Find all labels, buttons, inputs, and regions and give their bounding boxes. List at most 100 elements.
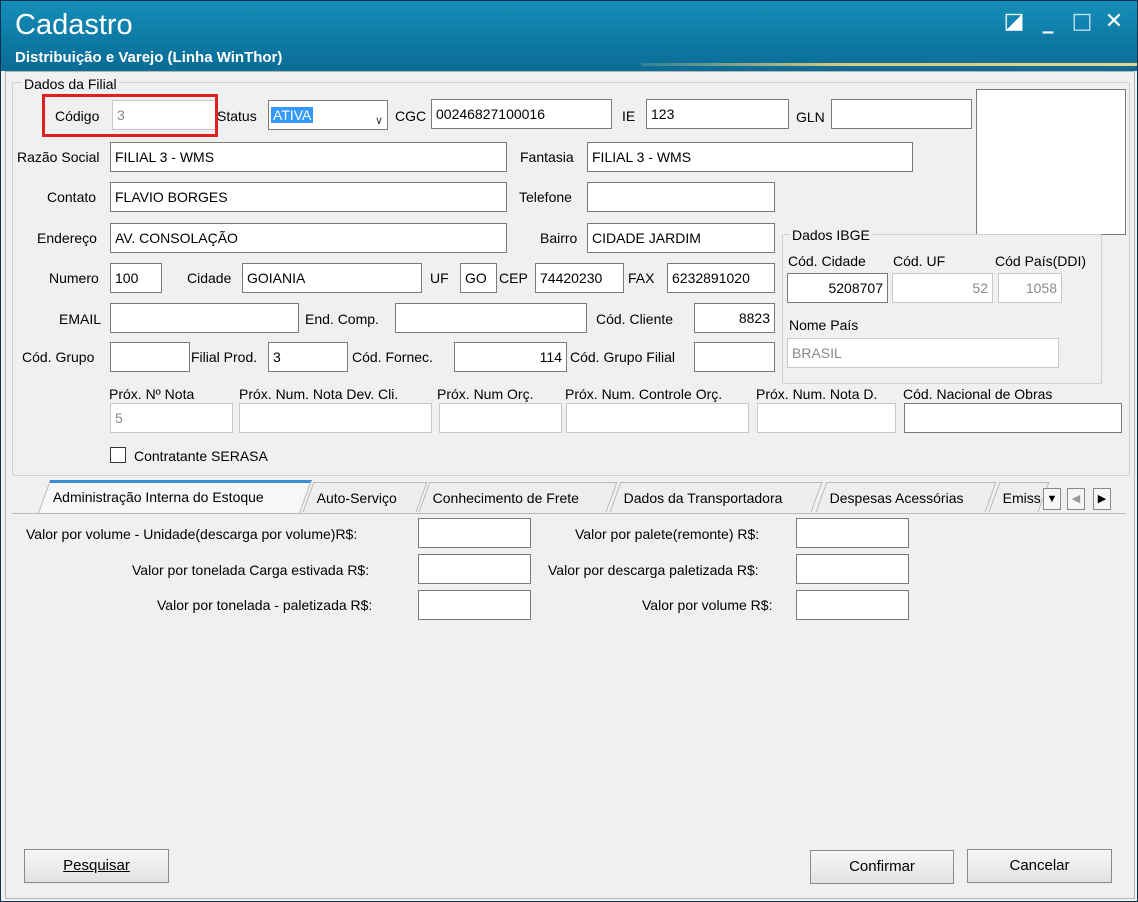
cod-grupo-filial-label: Cód. Grupo Filial xyxy=(570,349,676,365)
cod-uf-field[interactable]: 52 xyxy=(892,273,993,303)
form-client-area: Dados da Filial Código 3 Status ATIVA ∨ … xyxy=(5,71,1135,899)
valor-por-volume-label: Valor por volume R$: xyxy=(642,597,773,613)
tab-dados-transportadora[interactable]: Dados da Transportadora xyxy=(609,482,823,512)
gln-label: GLN xyxy=(796,109,825,125)
pesquisar-button[interactable]: Pesquisar xyxy=(24,849,169,883)
window-title: Cadastro xyxy=(15,9,133,41)
telefone-field[interactable] xyxy=(587,182,775,212)
cod-fornec-field[interactable]: 114 xyxy=(454,342,567,372)
window-subtitle: Distribuição e Varejo (Linha WinThor) xyxy=(15,49,283,66)
end-comp-label: End. Comp. xyxy=(305,311,379,327)
endereco-label: Endereço xyxy=(37,230,97,246)
cod-grupo-field[interactable] xyxy=(110,342,190,372)
tab-emissao[interactable]: Emiss xyxy=(988,482,1050,512)
tab-scroll-left-icon[interactable]: ◀ xyxy=(1067,488,1085,510)
uf-label: UF xyxy=(430,270,449,286)
email-label: EMAIL xyxy=(59,311,102,327)
tab-label: Conhecimento de Frete xyxy=(432,490,579,506)
tab-scroll-right-icon[interactable]: ▶ xyxy=(1093,488,1111,510)
confirmar-button[interactable]: Confirmar xyxy=(810,850,954,884)
tab-list-dropdown-icon[interactable]: ▼ xyxy=(1043,488,1061,510)
prox-nota-field[interactable]: 5 xyxy=(110,403,233,433)
fantasia-label: Fantasia xyxy=(520,149,574,165)
numero-field[interactable]: 100 xyxy=(110,263,162,293)
close-icon[interactable]: ✕ xyxy=(1101,9,1127,35)
valor-tonelada-paletizada-label: Valor por tonelada - paletizada R$: xyxy=(157,597,373,613)
status-select[interactable]: ATIVA ∨ xyxy=(268,100,388,130)
tab-label: Administração Interna do Estoque xyxy=(52,489,264,505)
tab-despesas-acessorias[interactable]: Despesas Acessórias xyxy=(815,482,997,512)
prox-nota-d-field[interactable] xyxy=(757,403,896,433)
prox-controle-orc-field[interactable] xyxy=(566,403,749,433)
cep-field[interactable]: 74420230 xyxy=(535,263,624,293)
maximize-icon[interactable]: □ xyxy=(1069,9,1095,35)
filial-prod-field[interactable]: 3 xyxy=(268,342,348,372)
ie-label: IE xyxy=(622,108,636,124)
valor-tonelada-estivada-label: Valor por tonelada Carga estivada R$: xyxy=(132,562,370,578)
valor-por-volume-field[interactable] xyxy=(796,590,909,620)
cod-fornec-label: Cód. Fornec. xyxy=(352,349,433,365)
tab-administracao-interna[interactable]: Administração Interna do Estoque xyxy=(37,480,313,513)
cod-cliente-label: Cód. Cliente xyxy=(596,311,674,327)
cep-label: CEP xyxy=(499,270,528,286)
status-selected-value: ATIVA xyxy=(271,107,314,123)
fax-field[interactable]: 6232891020 xyxy=(667,263,775,293)
bairro-field[interactable]: CIDADE JARDIM xyxy=(587,223,775,253)
cod-pais-field[interactable]: 1058 xyxy=(998,273,1062,303)
uf-field[interactable]: GO xyxy=(460,263,497,293)
title-bar[interactable]: Cadastro Distribuição e Varejo (Linha Wi… xyxy=(1,1,1137,71)
cod-cidade-field[interactable]: 5208707 xyxy=(787,273,888,303)
valor-tonelada-estivada-field[interactable] xyxy=(418,554,531,584)
cancelar-button-label: Cancelar xyxy=(1009,857,1070,874)
prox-nota-d-label: Próx. Num. Nota D. xyxy=(756,386,878,402)
cod-cidade-label: Cód. Cidade xyxy=(788,253,866,269)
cgc-label: CGC xyxy=(395,108,427,124)
cod-grupo-filial-field[interactable] xyxy=(694,342,775,372)
contato-field[interactable]: FLAVIO BORGES xyxy=(110,182,507,212)
contratante-serasa-checkbox[interactable] xyxy=(110,447,126,463)
tab-label: Despesas Acessórias xyxy=(829,490,964,506)
tab-auto-servico[interactable]: Auto-Serviço xyxy=(302,482,428,512)
filial-prod-label: Filial Prod. xyxy=(191,349,258,365)
fantasia-field[interactable]: FILIAL 3 - WMS xyxy=(587,142,913,172)
valor-tonelada-paletizada-field[interactable] xyxy=(418,590,531,620)
nome-pais-field[interactable]: BRASIL xyxy=(787,338,1059,368)
cancelar-button[interactable]: Cancelar xyxy=(967,849,1112,883)
cod-nacional-obras-field[interactable] xyxy=(904,403,1122,433)
gln-field[interactable] xyxy=(831,99,972,129)
prox-num-orc-label: Próx. Num Orç. xyxy=(437,386,534,402)
logo-image-box[interactable] xyxy=(976,89,1126,235)
codigo-highlight xyxy=(42,94,218,137)
valor-palete-remonte-field[interactable] xyxy=(796,518,909,548)
tab-conhecimento-frete[interactable]: Conhecimento de Frete xyxy=(418,482,618,512)
endereco-field[interactable]: AV. CONSOLAÇÃO xyxy=(110,223,507,253)
valor-descarga-paletizada-field[interactable] xyxy=(796,554,909,584)
cidade-field[interactable]: GOIANIA xyxy=(242,263,422,293)
minimize-icon[interactable]: _ xyxy=(1035,9,1061,35)
prox-controle-orc-label: Próx. Num. Controle Orç. xyxy=(565,386,723,402)
prox-num-orc-field[interactable] xyxy=(439,403,562,433)
valor-volume-unidade-field[interactable] xyxy=(418,518,531,548)
dados-ibge-title: Dados IBGE xyxy=(790,227,872,243)
cadastro-window: Cadastro Distribuição e Varejo (Linha Wi… xyxy=(0,0,1138,902)
cod-cliente-field[interactable]: 8823 xyxy=(694,303,775,333)
chevron-down-icon: ∨ xyxy=(374,115,383,127)
prox-nota-dev-field[interactable] xyxy=(239,403,432,433)
contratante-serasa-label[interactable]: Contratante SERASA xyxy=(134,447,268,465)
ie-field[interactable]: 123 xyxy=(646,99,789,129)
valor-volume-unidade-label: Valor por volume - Unidade(descarga por … xyxy=(26,526,358,542)
cgc-field[interactable]: 00246827100016 xyxy=(431,99,612,129)
end-comp-field[interactable] xyxy=(395,303,587,333)
prox-nota-dev-label: Próx. Num. Nota Dev. Cli. xyxy=(239,386,399,402)
status-label: Status xyxy=(217,108,257,124)
valor-descarga-paletizada-label: Valor por descarga paletizada R$: xyxy=(548,562,759,578)
email-field[interactable] xyxy=(110,303,299,333)
tab-label: Auto-Serviço xyxy=(316,490,397,506)
cod-grupo-label: Cód. Grupo xyxy=(22,349,95,365)
cod-uf-label: Cód. UF xyxy=(893,253,946,269)
contato-label: Contato xyxy=(47,189,97,205)
fax-label: FAX xyxy=(628,270,655,286)
restore-icon[interactable]: ◪ xyxy=(1001,9,1027,35)
razao-social-field[interactable]: FILIAL 3 - WMS xyxy=(110,142,507,172)
valor-palete-remonte-label: Valor por palete(remonte) R$: xyxy=(575,526,760,542)
